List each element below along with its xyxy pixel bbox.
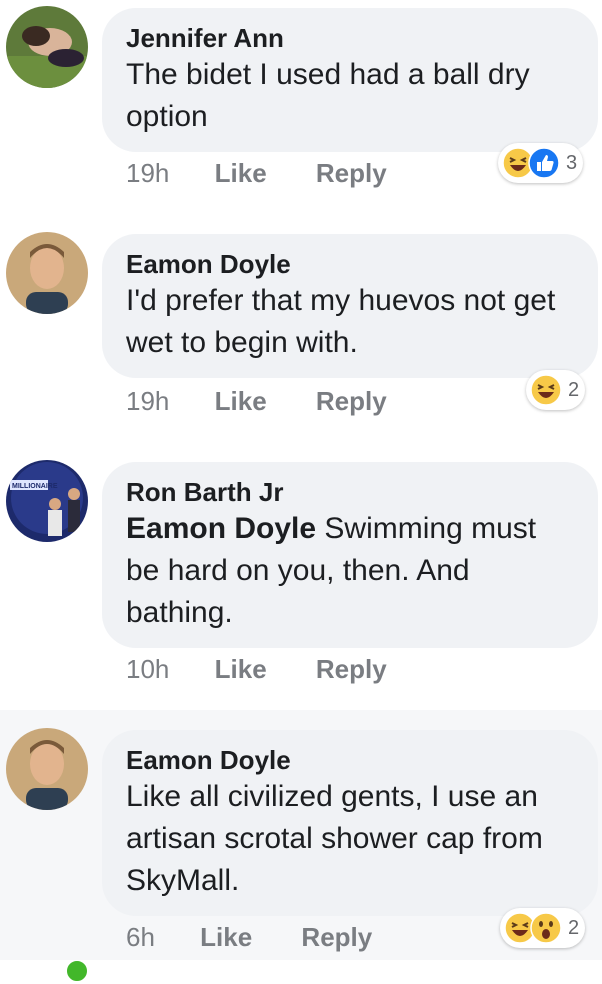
- mention-link[interactable]: Eamon Doyle: [126, 512, 316, 545]
- reply-button[interactable]: Reply: [316, 386, 387, 416]
- reaction-summary[interactable]: 2: [500, 908, 586, 948]
- comment-timestamp[interactable]: 19h: [126, 158, 169, 188]
- avatar[interactable]: [6, 728, 88, 810]
- comment-actions: 19h Like Reply: [126, 158, 429, 188]
- comment-bubble: Eamon Doyle I'd prefer that my huevos no…: [102, 234, 598, 378]
- avatar-photo: [6, 728, 88, 810]
- comment-text: Eamon Doyle Swimming must be hard on you…: [126, 508, 574, 634]
- comment-text: I'd prefer that my huevos not get wet to…: [126, 284, 556, 359]
- wow-icon: [530, 912, 562, 944]
- comment-timestamp[interactable]: 10h: [126, 654, 169, 684]
- avatar-photo: MILLIONAIRE: [6, 460, 88, 542]
- avatar-photo: [6, 232, 88, 314]
- comment-author[interactable]: Eamon Doyle: [126, 248, 574, 280]
- comment-author[interactable]: Eamon Doyle: [126, 744, 574, 776]
- comment-bubble: Ron Barth Jr Eamon Doyle Swimming must b…: [102, 462, 598, 648]
- avatar-photo: [6, 6, 88, 88]
- reply-button[interactable]: Reply: [316, 158, 387, 188]
- reaction-count: 2: [568, 378, 580, 401]
- comment-item: Eamon Doyle Like all civilized gents, I …: [0, 710, 602, 960]
- reply-button[interactable]: Reply: [316, 654, 387, 684]
- like-icon: [528, 147, 560, 179]
- like-button[interactable]: Like: [215, 158, 267, 188]
- reaction-count: 3: [566, 151, 578, 174]
- comment-thread: Jennifer Ann The bidet I used had a ball…: [0, 0, 602, 984]
- avatar-sign-text: MILLIONAIRE: [12, 483, 58, 490]
- reaction-summary[interactable]: 2: [526, 370, 586, 410]
- reaction-summary[interactable]: 3: [498, 143, 584, 183]
- like-button[interactable]: Like: [200, 922, 252, 952]
- reply-button[interactable]: Reply: [301, 922, 372, 952]
- comment-item: Eamon Doyle I'd prefer that my huevos no…: [0, 210, 602, 446]
- like-button[interactable]: Like: [215, 654, 267, 684]
- haha-icon: [530, 374, 562, 406]
- avatar[interactable]: [6, 6, 88, 88]
- like-button[interactable]: Like: [215, 386, 267, 416]
- avatar[interactable]: MILLIONAIRE: [6, 460, 88, 542]
- comment-item: MILLIONAIRE Ron Barth Jr Eamon Doyle Swi…: [0, 446, 602, 984]
- comment-author[interactable]: Jennifer Ann: [126, 22, 574, 54]
- comment-author[interactable]: Ron Barth Jr: [126, 476, 574, 508]
- comment-timestamp[interactable]: 19h: [126, 386, 169, 416]
- comment-actions: 6h Like Reply: [126, 922, 414, 952]
- avatar[interactable]: [6, 232, 88, 314]
- comment-bubble: Eamon Doyle Like all civilized gents, I …: [102, 730, 598, 916]
- comment-text: Like all civilized gents, I use an artis…: [126, 780, 543, 897]
- online-status-badge: [64, 958, 90, 984]
- comment-item: Jennifer Ann The bidet I used had a ball…: [0, 0, 602, 210]
- comment-actions: 10h Like Reply: [126, 654, 429, 684]
- comment-text: The bidet I used had a ball dry option: [126, 58, 530, 133]
- reaction-count: 2: [568, 916, 580, 939]
- comment-actions: 19h Like Reply: [126, 386, 429, 416]
- comment-bubble: Jennifer Ann The bidet I used had a ball…: [102, 8, 598, 152]
- comment-timestamp[interactable]: 6h: [126, 922, 155, 952]
